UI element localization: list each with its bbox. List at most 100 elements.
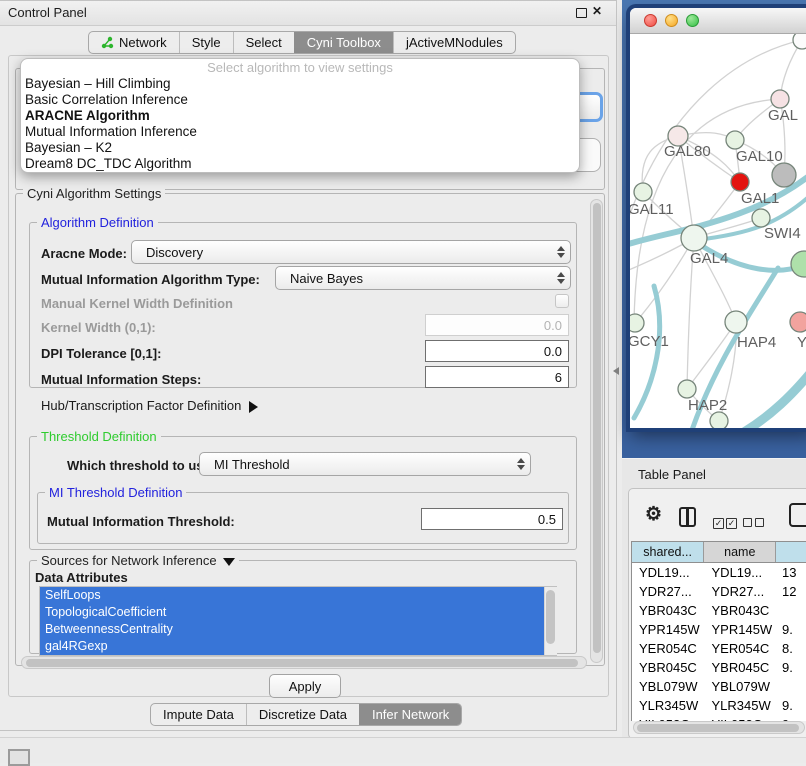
kernel-width-field[interactable]: 0.0 <box>425 314 569 336</box>
table-row[interactable]: YBR045CYBR045C9. <box>632 658 806 677</box>
mi-threshold-field[interactable]: 0.5 <box>421 508 563 530</box>
attributes-scrollbar[interactable] <box>544 587 557 655</box>
settings-horizontal-scrollbar[interactable] <box>21 656 587 669</box>
network-node-gal11[interactable] <box>634 183 652 201</box>
zoom-traffic-light-icon[interactable] <box>686 14 699 27</box>
table-cell: YLR345W <box>705 696 778 715</box>
close-traffic-light-icon[interactable] <box>644 14 657 27</box>
algorithm-dropdown-popup[interactable]: Select algorithm to view settings Bayesi… <box>20 58 580 173</box>
sources-label[interactable]: Sources for Network Inference <box>37 553 239 568</box>
dpi-tolerance-field[interactable]: 0.0 <box>425 340 569 362</box>
deselect-all-checkboxes-icon[interactable] <box>743 514 764 532</box>
table-body[interactable]: YDL19...YDL19...13YDR27...YDR27...12YBR0… <box>631 563 806 721</box>
table-cell: 8. <box>777 639 806 658</box>
hub-definition-toggle[interactable]: Hub/Transcription Factor Definition <box>41 398 258 413</box>
tab-cyni-toolbox[interactable]: Cyni Toolbox <box>294 32 393 53</box>
mi-steps-field[interactable]: 6 <box>425 366 569 388</box>
network-graph[interactable]: GALGAL80GAL10GAL1GAL11SWI4GAL4GCY1HAP4YH… <box>630 34 806 428</box>
table-cell: YDL19... <box>705 563 778 582</box>
close-panel-icon[interactable]: ✕ <box>592 4 602 18</box>
network-window-titlebar[interactable] <box>630 8 806 34</box>
tab-infer-network[interactable]: Infer Network <box>359 704 461 725</box>
which-threshold-combobox[interactable]: MI Threshold <box>199 452 531 476</box>
table-row[interactable]: YDL19...YDL19...13 <box>632 563 806 582</box>
tab-jactivemnodules[interactable]: jActiveMNodules <box>393 32 515 53</box>
status-strip <box>0 737 806 763</box>
table-row[interactable]: YER054CYER054C8. <box>632 639 806 658</box>
network-node[interactable] <box>772 163 796 187</box>
algorithm-option-bayesian-hill-climbing[interactable]: Bayesian – Hill Climbing <box>21 76 579 92</box>
column-header-2[interactable]: name <box>704 542 776 562</box>
data-attributes-list[interactable]: SelfLoopsTopologicalCoefficientBetweenne… <box>39 586 557 656</box>
select-all-checkboxes-icon[interactable]: ✓✓ <box>713 513 737 531</box>
network-node-gal4[interactable] <box>681 225 707 251</box>
attribute-item-topologicalcoefficient[interactable]: TopologicalCoefficient <box>40 604 556 621</box>
attribute-item-betweennesscentrality[interactable]: BetweennessCentrality <box>40 621 556 638</box>
network-node[interactable] <box>710 412 728 428</box>
control-panel-titlebar[interactable]: Control Panel ✕ <box>0 1 616 26</box>
table-header-row[interactable]: shared...name <box>631 541 806 563</box>
algorithm-option-aracne-algorithm[interactable]: ARACNE Algorithm <box>21 108 579 124</box>
network-view-window[interactable]: GALGAL80GAL10GAL1GAL11SWI4GAL4GCY1HAP4YH… <box>630 8 806 428</box>
node-label-y: Y <box>797 334 806 351</box>
network-node-hap4[interactable] <box>725 311 747 333</box>
tab-discretize-data[interactable]: Discretize Data <box>246 704 359 725</box>
algorithm-popup-list: Bayesian – Hill ClimbingBasic Correlatio… <box>21 76 579 172</box>
network-canvas[interactable]: GALGAL80GAL10GAL1GAL11SWI4GAL4GCY1HAP4YH… <box>630 34 806 428</box>
manual-kernel-width-checkbox[interactable] <box>555 294 569 308</box>
attribute-item-selfloops[interactable]: SelfLoops <box>40 587 556 604</box>
dpi-tolerance-label: DPI Tolerance [0,1]: <box>41 346 161 361</box>
network-edge[interactable] <box>635 238 694 323</box>
settings-vertical-scrollbar[interactable] <box>590 199 603 663</box>
table-panel: Table Panel ⚙ ✓✓ shared...name YDL19...Y… <box>622 458 806 743</box>
column-header-3[interactable] <box>776 542 806 562</box>
column-header-1[interactable]: shared... <box>632 542 704 562</box>
table-cell: YBR045C <box>632 658 705 677</box>
network-node-gal10[interactable] <box>726 131 744 149</box>
table-row[interactable]: YPR145WYPR145W9. <box>632 620 806 639</box>
algorithm-popup-hint: Select algorithm to view settings <box>21 59 579 76</box>
network-node-y[interactable] <box>790 312 806 332</box>
table-row[interactable]: YLR345WYLR345W9. <box>632 696 806 715</box>
table-cell: YBR045C <box>705 658 778 677</box>
minimize-traffic-light-icon[interactable] <box>665 14 678 27</box>
network-edge[interactable] <box>630 40 802 214</box>
tab-jactivemnodules-label: jActiveMNodules <box>406 35 503 50</box>
splitter-collapse-arrow[interactable] <box>613 367 619 375</box>
network-edge[interactable] <box>744 366 806 428</box>
table-row[interactable]: YBL079WYBL079W <box>632 677 806 696</box>
manual-kernel-width-label: Manual Kernel Width Definition <box>41 296 233 311</box>
network-node-gal1[interactable] <box>731 173 749 191</box>
tab-network[interactable]: Network <box>89 32 179 53</box>
network-node[interactable] <box>791 251 806 277</box>
table-row[interactable]: YDR27...YDR27...12 <box>632 582 806 601</box>
table-cell: YDR27... <box>705 582 778 601</box>
algorithm-option-basic-correlation-inference[interactable]: Basic Correlation Inference <box>21 92 579 108</box>
network-node[interactable] <box>793 34 806 49</box>
clipped-toolbar-icon[interactable] <box>789 503 806 527</box>
split-view-icon[interactable] <box>679 507 696 527</box>
node-table[interactable]: shared...name YDL19...YDL19...13YDR27...… <box>631 541 806 721</box>
algorithm-option-mutual-information-inference[interactable]: Mutual Information Inference <box>21 124 579 140</box>
clipped-bottom-left-icon[interactable] <box>8 749 30 766</box>
float-window-icon[interactable] <box>576 8 587 18</box>
attribute-item-gal4rgexp[interactable]: gal4RGexp <box>40 638 556 655</box>
network-node-gal[interactable] <box>771 90 789 108</box>
table-horizontal-scrollbar[interactable] <box>633 721 805 734</box>
apply-button[interactable]: Apply <box>269 674 341 698</box>
algorithm-option-bayesian-k2[interactable]: Bayesian – K2 <box>21 140 579 156</box>
kernel-width-label: Kernel Width (0,1): <box>41 320 156 335</box>
algorithm-option-dream8-dc-tdc-algorithm[interactable]: Dream8 DC_TDC Algorithm <box>21 156 579 172</box>
mi-algorithm-type-combobox[interactable]: Naive Bayes <box>275 266 571 290</box>
tab-select[interactable]: Select <box>233 32 294 53</box>
network-edge[interactable] <box>634 286 660 418</box>
tab-style[interactable]: Style <box>179 32 233 53</box>
settings-gear-icon[interactable]: ⚙ <box>645 503 662 526</box>
table-row[interactable]: YBR043CYBR043C <box>632 601 806 620</box>
network-node-hap2[interactable] <box>678 380 696 398</box>
table-cell: YBL079W <box>705 677 778 696</box>
tab-impute-data[interactable]: Impute Data <box>151 704 246 725</box>
network-node-gcy1[interactable] <box>630 314 644 332</box>
aracne-mode-combobox[interactable]: Discovery <box>131 240 571 264</box>
table-cell: YPR145W <box>705 620 778 639</box>
